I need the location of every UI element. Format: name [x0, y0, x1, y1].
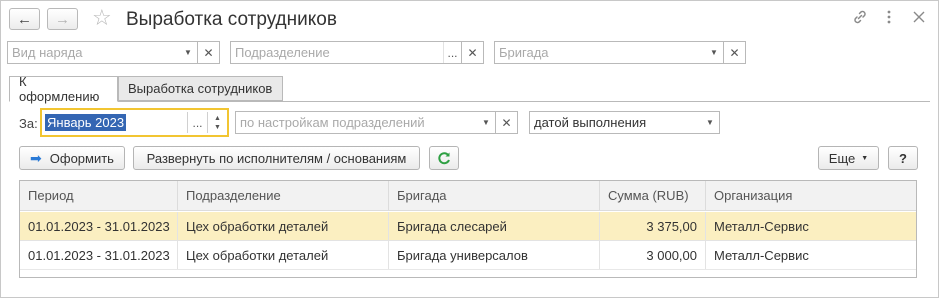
clear-icon: ✕ — [467, 45, 478, 60]
page-title: Выработка сотрудников — [126, 9, 337, 30]
column-header-period[interactable]: Период — [20, 181, 178, 210]
refresh-icon — [438, 152, 450, 165]
cell-brigade: Бригада слесарей — [389, 212, 600, 240]
column-header-brigade[interactable]: Бригада — [389, 181, 600, 210]
period-label: За: — [19, 116, 38, 131]
link-icon — [854, 10, 866, 24]
period-field[interactable]: Январь 2023 ... ▲ ▼ — [40, 108, 229, 137]
link-button[interactable] — [852, 9, 868, 31]
more-actions-button[interactable]: Еще ▼ — [818, 146, 879, 170]
spin-down-icon[interactable]: ▼ — [214, 123, 221, 132]
column-header-department[interactable]: Подразделение — [178, 181, 389, 210]
work-order-type-field[interactable]: Вид наряда ▼ — [7, 41, 198, 64]
cell-brigade: Бригада универсалов — [389, 241, 600, 269]
chevron-down-icon[interactable]: ▼ — [179, 42, 197, 63]
tab-employee-output[interactable]: Выработка сотрудников — [118, 76, 283, 101]
dept-settings-clear-button[interactable]: ✕ — [495, 111, 518, 134]
cell-department: Цех обработки деталей — [178, 241, 389, 269]
expand-button-label: Развернуть по исполнителям / основаниям — [146, 150, 407, 166]
cell-sum: 3 000,00 — [600, 241, 706, 269]
dept-settings-placeholder: по настройкам подразделений — [240, 115, 425, 130]
date-mode-select[interactable]: датой выполнения ▼ — [529, 111, 720, 134]
brigade-placeholder: Бригада — [499, 45, 549, 60]
dept-settings-field[interactable]: по настройкам подразделений ▼ — [235, 111, 496, 134]
date-mode-value: датой выполнения — [534, 115, 647, 130]
help-label: ? — [899, 150, 907, 166]
select-dots-icon[interactable]: ... — [443, 42, 461, 63]
department-placeholder: Подразделение — [235, 45, 330, 60]
table-header: Период Подразделение Бригада Сумма (RUB)… — [20, 181, 916, 211]
output-table[interactable]: Период Подразделение Бригада Сумма (RUB)… — [19, 180, 917, 278]
brigade-clear-button[interactable]: ✕ — [723, 41, 746, 64]
tab-to-process[interactable]: К оформлению — [9, 74, 118, 104]
arrow-right-icon: → — [55, 10, 70, 28]
cell-department: Цех обработки деталей — [178, 212, 389, 240]
table-row[interactable]: 01.01.2023 - 31.01.2023 Цех обработки де… — [20, 212, 916, 241]
tab-divider — [118, 101, 930, 102]
clear-icon: ✕ — [729, 45, 740, 60]
cell-sum: 3 375,00 — [600, 212, 706, 240]
close-button[interactable] — [912, 9, 926, 31]
cell-period: 01.01.2023 - 31.01.2023 — [20, 212, 178, 240]
cell-organization: Металл-Сервис — [714, 247, 809, 263]
clear-icon: ✕ — [501, 115, 512, 130]
more-actions-label: Еще — [828, 150, 856, 166]
process-button-label: Оформить — [49, 150, 114, 166]
table-row[interactable]: 01.01.2023 - 31.01.2023 Цех обработки де… — [20, 241, 916, 270]
brigade-field[interactable]: Бригада ▼ — [494, 41, 724, 64]
arrow-right-icon: ➡ — [30, 149, 42, 166]
arrow-left-icon: ← — [17, 10, 32, 28]
clear-icon: ✕ — [203, 45, 214, 60]
chevron-down-icon[interactable]: ▼ — [477, 112, 495, 133]
refresh-button[interactable] — [429, 146, 459, 170]
period-value: Январь 2023 — [45, 114, 127, 131]
department-field[interactable]: Подразделение ... — [230, 41, 462, 64]
cell-period: 01.01.2023 - 31.01.2023 — [20, 241, 178, 269]
period-select-button[interactable]: ... — [187, 112, 207, 133]
column-header-sum[interactable]: Сумма (RUB) — [600, 181, 706, 210]
process-button[interactable]: ➡ Оформить — [19, 146, 125, 170]
column-header-organization[interactable]: Организация — [706, 181, 916, 210]
more-vertical-icon — [887, 10, 891, 24]
back-button[interactable]: ← — [9, 8, 40, 30]
work-order-type-placeholder: Вид наряда — [12, 45, 83, 60]
department-clear-button[interactable]: ✕ — [461, 41, 484, 64]
expand-button[interactable]: Развернуть по исполнителям / основаниям — [133, 146, 420, 170]
star-icon: ☆ — [92, 5, 112, 30]
spin-up-icon[interactable]: ▲ — [214, 114, 221, 123]
help-button[interactable]: ? — [888, 146, 918, 170]
more-menu-button[interactable] — [885, 9, 893, 31]
forward-button[interactable]: → — [47, 8, 78, 30]
cell-organization: Металл-Сервис — [714, 218, 809, 234]
window: ← → ☆ Выработка сотрудников Вид наряда ▼… — [0, 0, 939, 298]
work-order-type-clear-button[interactable]: ✕ — [197, 41, 220, 64]
close-icon — [913, 11, 925, 23]
chevron-down-icon: ▼ — [861, 154, 869, 162]
period-spinner[interactable]: ▲ ▼ — [207, 112, 227, 133]
chevron-down-icon[interactable]: ▼ — [701, 112, 719, 133]
favorite-button[interactable]: ☆ — [92, 6, 112, 30]
chevron-down-icon[interactable]: ▼ — [705, 42, 723, 63]
